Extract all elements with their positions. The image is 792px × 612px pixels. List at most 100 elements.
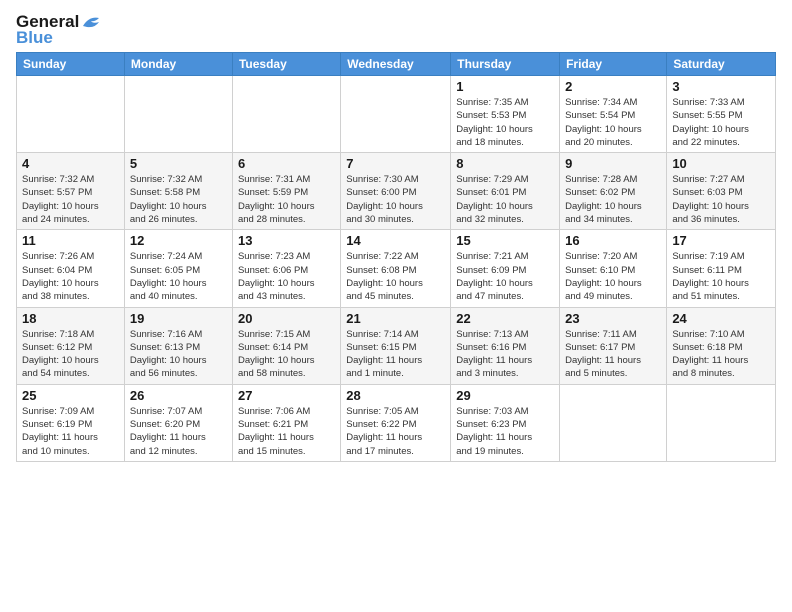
- calendar-week-1: 1 Sunrise: 7:35 AMSunset: 5:53 PMDaylight…: [17, 76, 776, 153]
- calendar-cell: 7Sunrise: 7:30 AMSunset: 6:00 PMDaylight…: [341, 153, 451, 230]
- calendar-cell: [667, 384, 776, 461]
- day-info: Sunrise: 7:34 AMSunset: 5:54 PMDaylight:…: [565, 96, 661, 149]
- day-number: 8: [456, 156, 554, 171]
- calendar-cell: 19 Sunrise: 7:16 AMSunset: 6:13 PMDayligh…: [124, 307, 232, 384]
- day-number: 28: [346, 388, 445, 403]
- header: General Blue: [16, 12, 776, 48]
- calendar-cell: 9Sunrise: 7:28 AMSunset: 6:02 PMDaylight…: [560, 153, 667, 230]
- day-info: Sunrise: 7:33 AMSunset: 5:55 PMDaylight:…: [672, 96, 770, 149]
- calendar-cell: 25 Sunrise: 7:09 AMSunset: 6:19 PMDayligh…: [17, 384, 125, 461]
- day-header-tuesday: Tuesday: [232, 53, 340, 76]
- day-number: 16: [565, 233, 661, 248]
- day-number: 24: [672, 311, 770, 326]
- day-info: Sunrise: 7:32 AMSunset: 5:57 PMDaylight:…: [22, 173, 119, 226]
- day-number: 21: [346, 311, 445, 326]
- calendar-cell: 20Sunrise: 7:15 AMSunset: 6:14 PMDayligh…: [232, 307, 340, 384]
- day-number: 13: [238, 233, 335, 248]
- calendar-cell: 17 Sunrise: 7:19 AMSunset: 6:11 PMDayligh…: [667, 230, 776, 307]
- day-number: 9: [565, 156, 661, 171]
- day-number: 27: [238, 388, 335, 403]
- day-info: Sunrise: 7:15 AMSunset: 6:14 PMDaylight:…: [238, 328, 335, 381]
- day-header-wednesday: Wednesday: [341, 53, 451, 76]
- calendar-cell: [341, 76, 451, 153]
- day-number: 17: [672, 233, 770, 248]
- day-info: Sunrise: 7:31 AMSunset: 5:59 PMDaylight:…: [238, 173, 335, 226]
- calendar-cell: [232, 76, 340, 153]
- day-info: Sunrise: 7:14 AMSunset: 6:15 PMDaylight:…: [346, 328, 445, 381]
- calendar-cell: [124, 76, 232, 153]
- calendar-cell: 15 Sunrise: 7:21 AMSunset: 6:09 PMDayligh…: [451, 230, 560, 307]
- calendar-cell: 21 Sunrise: 7:14 AMSunset: 6:15 PMDayligh…: [341, 307, 451, 384]
- calendar-cell: 13 Sunrise: 7:23 AMSunset: 6:06 PMDayligh…: [232, 230, 340, 307]
- calendar-header-row: SundayMondayTuesdayWednesdayThursdayFrid…: [17, 53, 776, 76]
- day-header-saturday: Saturday: [667, 53, 776, 76]
- day-info: Sunrise: 7:13 AMSunset: 6:16 PMDaylight:…: [456, 328, 554, 381]
- calendar-cell: 26Sunrise: 7:07 AMSunset: 6:20 PMDayligh…: [124, 384, 232, 461]
- day-info: Sunrise: 7:09 AMSunset: 6:19 PMDaylight:…: [22, 405, 119, 458]
- day-number: 2: [565, 79, 661, 94]
- day-info: Sunrise: 7:19 AMSunset: 6:11 PMDaylight:…: [672, 250, 770, 303]
- day-info: Sunrise: 7:35 AMSunset: 5:53 PMDaylight:…: [456, 96, 554, 149]
- day-number: 5: [130, 156, 227, 171]
- day-header-monday: Monday: [124, 53, 232, 76]
- calendar-cell: 11 Sunrise: 7:26 AMSunset: 6:04 PMDayligh…: [17, 230, 125, 307]
- day-number: 14: [346, 233, 445, 248]
- calendar-cell: 2 Sunrise: 7:34 AMSunset: 5:54 PMDaylight…: [560, 76, 667, 153]
- calendar-cell: 5 Sunrise: 7:32 AMSunset: 5:58 PMDaylight…: [124, 153, 232, 230]
- calendar-cell: 6 Sunrise: 7:31 AMSunset: 5:59 PMDaylight…: [232, 153, 340, 230]
- day-info: Sunrise: 7:22 AMSunset: 6:08 PMDaylight:…: [346, 250, 445, 303]
- day-number: 11: [22, 233, 119, 248]
- calendar-cell: [560, 384, 667, 461]
- day-number: 4: [22, 156, 119, 171]
- calendar-cell: 23 Sunrise: 7:11 AMSunset: 6:17 PMDayligh…: [560, 307, 667, 384]
- day-number: 19: [130, 311, 227, 326]
- calendar-cell: [17, 76, 125, 153]
- day-number: 23: [565, 311, 661, 326]
- calendar-cell: 16 Sunrise: 7:20 AMSunset: 6:10 PMDayligh…: [560, 230, 667, 307]
- day-info: Sunrise: 7:21 AMSunset: 6:09 PMDaylight:…: [456, 250, 554, 303]
- calendar-week-3: 11 Sunrise: 7:26 AMSunset: 6:04 PMDayligh…: [17, 230, 776, 307]
- day-info: Sunrise: 7:16 AMSunset: 6:13 PMDaylight:…: [130, 328, 227, 381]
- page: General Blue SundayMondayTuesdayWednesda…: [0, 0, 792, 612]
- day-info: Sunrise: 7:29 AMSunset: 6:01 PMDaylight:…: [456, 173, 554, 226]
- day-header-sunday: Sunday: [17, 53, 125, 76]
- calendar-cell: 14 Sunrise: 7:22 AMSunset: 6:08 PMDayligh…: [341, 230, 451, 307]
- calendar-cell: 18Sunrise: 7:18 AMSunset: 6:12 PMDayligh…: [17, 307, 125, 384]
- calendar-week-5: 25 Sunrise: 7:09 AMSunset: 6:19 PMDayligh…: [17, 384, 776, 461]
- calendar-cell: 4 Sunrise: 7:32 AMSunset: 5:57 PMDaylight…: [17, 153, 125, 230]
- day-number: 1: [456, 79, 554, 94]
- logo-blue: Blue: [16, 28, 53, 48]
- day-info: Sunrise: 7:10 AMSunset: 6:18 PMDaylight:…: [672, 328, 770, 381]
- day-number: 22: [456, 311, 554, 326]
- day-number: 3: [672, 79, 770, 94]
- calendar-week-2: 4 Sunrise: 7:32 AMSunset: 5:57 PMDaylight…: [17, 153, 776, 230]
- day-number: 10: [672, 156, 770, 171]
- day-number: 12: [130, 233, 227, 248]
- calendar-cell: 12Sunrise: 7:24 AMSunset: 6:05 PMDayligh…: [124, 230, 232, 307]
- calendar-cell: 3 Sunrise: 7:33 AMSunset: 5:55 PMDaylight…: [667, 76, 776, 153]
- day-info: Sunrise: 7:26 AMSunset: 6:04 PMDaylight:…: [22, 250, 119, 303]
- calendar-cell: 24 Sunrise: 7:10 AMSunset: 6:18 PMDayligh…: [667, 307, 776, 384]
- day-number: 26: [130, 388, 227, 403]
- day-info: Sunrise: 7:05 AMSunset: 6:22 PMDaylight:…: [346, 405, 445, 458]
- logo: General Blue: [16, 12, 103, 48]
- day-info: Sunrise: 7:11 AMSunset: 6:17 PMDaylight:…: [565, 328, 661, 381]
- calendar-cell: 1 Sunrise: 7:35 AMSunset: 5:53 PMDaylight…: [451, 76, 560, 153]
- logo-bird-icon: [81, 14, 103, 30]
- day-number: 25: [22, 388, 119, 403]
- calendar-cell: 29Sunrise: 7:03 AMSunset: 6:23 PMDayligh…: [451, 384, 560, 461]
- calendar-cell: 28 Sunrise: 7:05 AMSunset: 6:22 PMDayligh…: [341, 384, 451, 461]
- day-number: 15: [456, 233, 554, 248]
- day-info: Sunrise: 7:23 AMSunset: 6:06 PMDaylight:…: [238, 250, 335, 303]
- calendar-week-4: 18Sunrise: 7:18 AMSunset: 6:12 PMDayligh…: [17, 307, 776, 384]
- day-header-friday: Friday: [560, 53, 667, 76]
- calendar-cell: 10Sunrise: 7:27 AMSunset: 6:03 PMDayligh…: [667, 153, 776, 230]
- day-info: Sunrise: 7:20 AMSunset: 6:10 PMDaylight:…: [565, 250, 661, 303]
- day-info: Sunrise: 7:06 AMSunset: 6:21 PMDaylight:…: [238, 405, 335, 458]
- day-info: Sunrise: 7:32 AMSunset: 5:58 PMDaylight:…: [130, 173, 227, 226]
- day-number: 18: [22, 311, 119, 326]
- day-info: Sunrise: 7:30 AMSunset: 6:00 PMDaylight:…: [346, 173, 445, 226]
- day-number: 6: [238, 156, 335, 171]
- day-number: 29: [456, 388, 554, 403]
- calendar: SundayMondayTuesdayWednesdayThursdayFrid…: [16, 52, 776, 462]
